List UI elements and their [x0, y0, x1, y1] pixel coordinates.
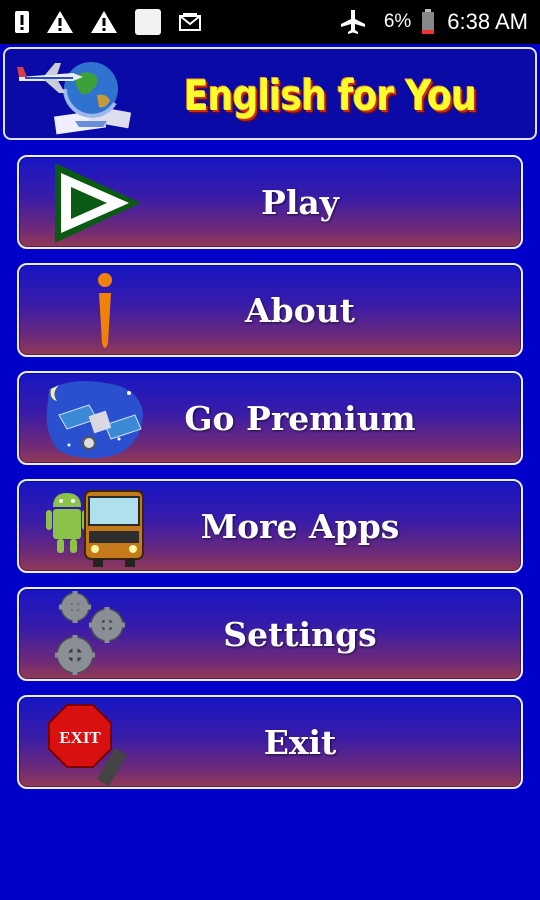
- battery-low-icon: [422, 9, 435, 34]
- exit-button[interactable]: EXIT Exit: [17, 695, 523, 789]
- about-button[interactable]: About: [17, 263, 523, 357]
- app-header: English for You: [3, 47, 537, 140]
- more-apps-button[interactable]: More Apps: [17, 479, 523, 573]
- play-button[interactable]: Play: [17, 155, 523, 249]
- airplane-mode-icon: [340, 10, 365, 34]
- airplane-globe-logo: [17, 62, 132, 135]
- go-premium-button[interactable]: Go Premium: [17, 371, 523, 465]
- play-label: Play: [261, 182, 339, 222]
- warning-icon: [91, 11, 117, 33]
- app-title: English for You: [183, 70, 477, 120]
- clock: 6:38 AM: [447, 9, 528, 34]
- exit-label: Exit: [263, 722, 337, 762]
- alert-icon: [15, 11, 29, 33]
- status-bar: 6% 6:38 AM: [0, 0, 540, 44]
- notification-icons: [14, 8, 202, 36]
- more-apps-label: More Apps: [200, 506, 400, 546]
- blank-notification-icon: [135, 9, 161, 35]
- go-premium-label: Go Premium: [184, 398, 416, 438]
- warning-icon: [47, 11, 73, 33]
- mail-icon: [179, 13, 201, 31]
- about-label: About: [245, 290, 355, 330]
- system-icons: 6% 6:38 AM: [340, 8, 528, 36]
- settings-button[interactable]: Settings: [17, 587, 523, 681]
- battery-percent: 6%: [383, 11, 412, 32]
- settings-label: Settings: [223, 614, 377, 654]
